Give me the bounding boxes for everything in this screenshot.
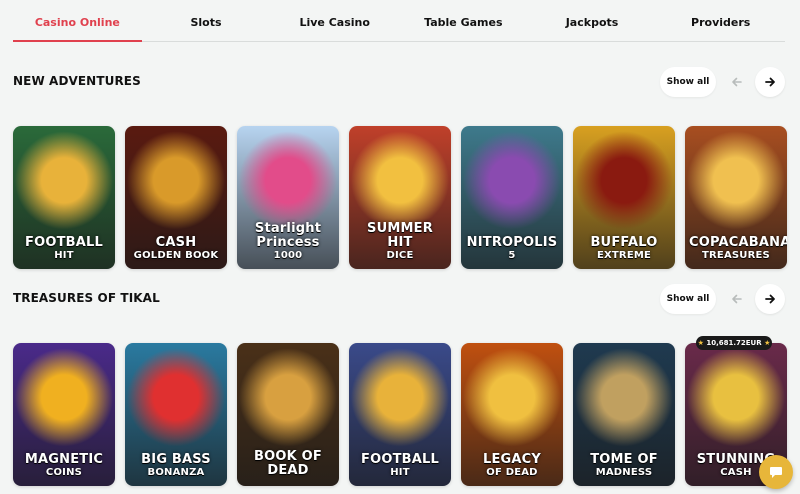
game-row-new-adventures: FOOTBALL HIT CASH GOLDEN BOOK Starlight Prin…: [13, 126, 787, 269]
section-title: NEW ADVENTURES: [13, 74, 141, 88]
jackpot-amount-badge: ★ 10,681.72EUR ★: [696, 336, 772, 350]
tab-providers[interactable]: Providers: [656, 8, 785, 41]
game-logo: BIG BASS BONANZA: [129, 452, 223, 479]
game-logo: Starlight Princess 1000: [241, 221, 335, 262]
game-logo: BOOK OF DEAD: [241, 450, 335, 478]
game-logo: BUFFALO EXTREME: [577, 235, 671, 262]
game-subtitle: GOLDEN BOOK: [133, 250, 219, 261]
game-title: Starlight Princess: [254, 221, 322, 250]
game-subtitle: MADNESS: [595, 467, 653, 478]
arrow-right-icon: [765, 294, 775, 304]
chat-button[interactable]: [759, 455, 793, 489]
game-title: BIG BASS: [141, 452, 211, 467]
arrow-right-icon: [765, 77, 775, 87]
game-subtitle: 1000: [273, 250, 303, 261]
show-all-button[interactable]: Show all: [660, 284, 716, 314]
jackpot-amount: 10,681.72EUR: [706, 339, 762, 347]
game-title: FOOTBALL: [361, 452, 439, 467]
game-subtitle: COINS: [45, 467, 83, 478]
game-title: LEGACY: [482, 452, 542, 467]
next-button[interactable]: [755, 284, 785, 314]
game-tile[interactable]: FOOTBALL HIT: [349, 343, 451, 486]
game-tile[interactable]: BIG BASS BONANZA: [125, 343, 227, 486]
game-tile[interactable]: BUFFALO EXTREME: [573, 126, 675, 269]
game-logo: MAGNETIC COINS: [17, 452, 111, 479]
tab-jackpots[interactable]: Jackpots: [528, 8, 657, 41]
game-logo: NITROPOLIS 5: [465, 235, 559, 262]
arrow-left-icon: [732, 294, 742, 304]
game-title: NITROPOLIS: [466, 235, 558, 250]
prev-button[interactable]: [722, 284, 752, 314]
game-logo: COPACABANA TREASURES: [689, 236, 787, 262]
game-subtitle: HIT: [390, 467, 410, 478]
tab-live-casino[interactable]: Live Casino: [270, 8, 399, 41]
game-tile[interactable]: SUMMER HIT DICE: [349, 126, 451, 269]
game-subtitle: DICE: [386, 250, 414, 261]
game-row-treasures-of-tikal: MAGNETIC COINS BIG BASS BONANZA BOOK OF DEAD…: [13, 343, 787, 486]
prev-button[interactable]: [722, 67, 752, 97]
game-logo: TOME OF MADNESS: [577, 452, 671, 479]
game-subtitle: HIT: [54, 250, 74, 261]
game-subtitle: BONANZA: [147, 467, 205, 478]
chat-icon: [770, 467, 782, 478]
game-logo: FOOTBALL HIT: [17, 235, 111, 262]
game-title: BUFFALO: [590, 235, 658, 250]
crown-icon: ★: [697, 339, 704, 347]
game-logo: LEGACY OF DEAD: [465, 452, 559, 479]
game-title: FOOTBALL: [25, 235, 103, 250]
game-title: SUMMER HIT: [367, 221, 433, 250]
game-title: CASH: [155, 235, 197, 250]
tab-casino-online[interactable]: Casino Online: [13, 8, 142, 42]
game-title: MAGNETIC: [24, 452, 104, 467]
game-title: COPACABANA: [689, 235, 787, 250]
section-header-treasures-of-tikal: TREASURES OF TIKAL Show all: [13, 284, 786, 314]
game-logo: CASH GOLDEN BOOK: [129, 235, 223, 262]
game-subtitle: EXTREME: [596, 250, 652, 261]
game-subtitle: TREASURES: [702, 250, 770, 261]
section-header-new-adventures: NEW ADVENTURES Show all: [13, 67, 786, 97]
tab-table-games[interactable]: Table Games: [399, 8, 528, 41]
game-logo: FOOTBALL HIT: [353, 452, 447, 479]
game-tile[interactable]: FOOTBALL HIT: [13, 126, 115, 269]
section-title: TREASURES OF TIKAL: [13, 291, 160, 305]
show-all-button[interactable]: Show all: [660, 67, 716, 97]
game-tile[interactable]: COPACABANA TREASURES: [685, 126, 787, 269]
game-title: TOME OF: [590, 452, 658, 467]
game-tile[interactable]: TOME OF MADNESS: [573, 343, 675, 486]
category-tabs: Casino Online Slots Live Casino Table Ga…: [13, 8, 785, 42]
game-tile[interactable]: CASH GOLDEN BOOK: [125, 126, 227, 269]
game-subtitle: OF DEAD: [486, 467, 538, 478]
game-tile[interactable]: Starlight Princess 1000: [237, 126, 339, 269]
game-tile[interactable]: NITROPOLIS 5: [461, 126, 563, 269]
game-title: BOOK OF DEAD: [254, 449, 322, 478]
game-tile[interactable]: LEGACY OF DEAD: [461, 343, 563, 486]
next-button[interactable]: [755, 67, 785, 97]
arrow-left-icon: [732, 77, 742, 87]
game-tile[interactable]: BOOK OF DEAD: [237, 343, 339, 486]
trophy-icon: ★: [764, 339, 771, 347]
tab-slots[interactable]: Slots: [142, 8, 271, 41]
game-logo: SUMMER HIT DICE: [353, 221, 447, 262]
game-tile[interactable]: MAGNETIC COINS: [13, 343, 115, 486]
game-subtitle: 5: [508, 250, 516, 261]
